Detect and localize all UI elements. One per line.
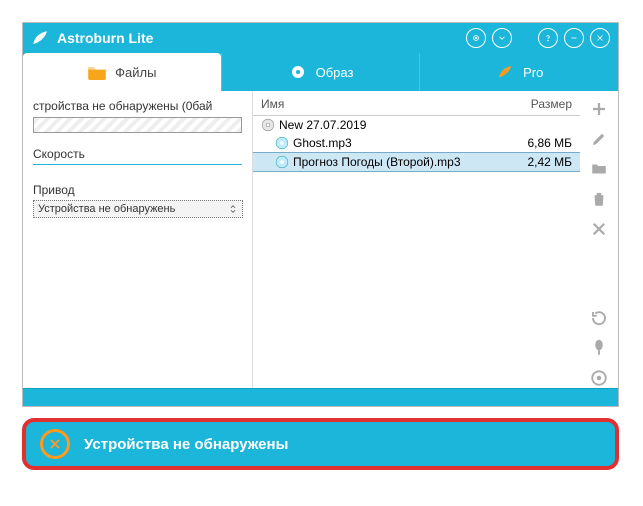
close-button[interactable] (590, 28, 610, 48)
feather-icon (495, 64, 515, 80)
header-size[interactable]: Размер (492, 97, 572, 111)
add-button[interactable] (589, 99, 609, 119)
titlebar: Astroburn Lite (23, 23, 618, 53)
drive-select-value: Устройства не обнаружень (38, 203, 175, 215)
header-name[interactable]: Имя (261, 97, 492, 111)
speed-label: Скорость (33, 147, 242, 161)
list-header: Имя Размер (253, 91, 580, 116)
file-list: Имя Размер New 27.07.2019 Ghost.mp3 6,86… (253, 91, 580, 388)
file-area: Имя Размер New 27.07.2019 Ghost.mp3 6,86… (253, 91, 618, 388)
item-name: Ghost.mp3 (293, 136, 492, 150)
app-window: Astroburn Lite Файлы Образ Pro стройства… (22, 22, 619, 407)
refresh-button[interactable] (589, 308, 609, 328)
list-item[interactable]: Прогноз Погоды (Второй).mp3 2,42 МБ (253, 152, 580, 172)
error-bar: Устройства не обнаружены (22, 418, 619, 470)
newfolder-button[interactable] (589, 159, 609, 179)
help-button[interactable] (538, 28, 558, 48)
burn-button[interactable] (589, 368, 609, 388)
dropdown-caret-button[interactable] (492, 28, 512, 48)
settings-button[interactable] (466, 28, 486, 48)
error-icon (40, 429, 70, 459)
tab-pro[interactable]: Pro (419, 53, 618, 91)
drive-select[interactable]: Устройства не обнаружень (33, 200, 243, 218)
tab-image[interactable]: Образ (221, 53, 420, 91)
speed-divider (33, 164, 242, 165)
root-name: New 27.07.2019 (279, 118, 572, 132)
app-logo-icon (31, 29, 49, 47)
item-name: Прогноз Погоды (Второй).mp3 (293, 155, 492, 169)
tab-bar: Файлы Образ Pro (23, 53, 618, 91)
right-toolbar (580, 91, 618, 388)
delete-button[interactable] (589, 189, 609, 209)
list-item[interactable]: Ghost.mp3 6,86 МБ (253, 134, 580, 152)
audio-file-icon (275, 136, 289, 150)
item-size: 2,42 МБ (492, 155, 572, 169)
disc-small-icon (261, 118, 275, 132)
disc-icon (288, 64, 308, 80)
chevron-updown-icon (228, 204, 238, 214)
sidebar: стройства не обнаружены (0бай Скорость П… (23, 91, 253, 388)
remove-button[interactable] (589, 219, 609, 239)
edit-button[interactable] (589, 129, 609, 149)
tab-files-label: Файлы (115, 65, 156, 80)
tab-image-label: Образ (316, 65, 354, 80)
list-root-row[interactable]: New 27.07.2019 (253, 116, 580, 134)
device-status-text: стройства не обнаружены (0бай (33, 99, 242, 113)
content-area: стройства не обнаружены (0бай Скорость П… (23, 91, 618, 388)
statusbar (23, 388, 618, 406)
tab-pro-label: Pro (523, 65, 543, 80)
error-message: Устройства не обнаружены (84, 436, 288, 453)
tab-files[interactable]: Файлы (23, 53, 221, 91)
progress-bar (33, 117, 242, 133)
audio-file-icon (275, 155, 289, 169)
minimize-button[interactable] (564, 28, 584, 48)
app-title: Astroburn Lite (57, 30, 466, 46)
item-size: 6,86 МБ (492, 136, 572, 150)
options-button[interactable] (589, 338, 609, 358)
drive-label: Привод (33, 183, 242, 197)
folder-icon (87, 64, 107, 80)
